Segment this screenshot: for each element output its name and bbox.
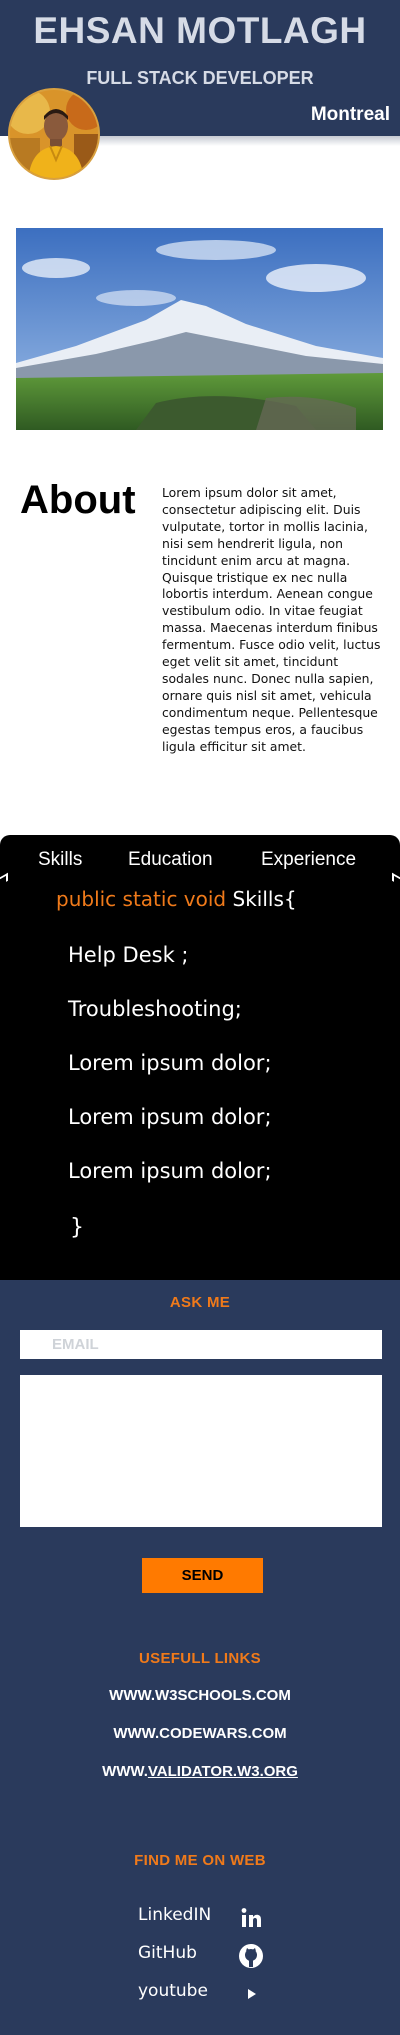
social-github-label: GitHub (138, 1943, 197, 1963)
contact-footer: ASK ME SEND USEFULL LINKS WWW.W3SCHOOLS.… (0, 1280, 400, 2035)
link-validator-prefix: WWW. (102, 1763, 148, 1780)
header-role: FULL STACK DEVELOPER (86, 68, 314, 88)
skill-line: Help Desk ; (68, 943, 189, 967)
social-linkedin-label: LinkedIN (138, 1905, 212, 1925)
tab-education[interactable]: Education (128, 849, 213, 871)
about-title: About (20, 478, 136, 522)
github-icon (238, 1943, 264, 1969)
skill-line: Troubleshooting; (68, 997, 242, 1021)
skills-section: Skills Education Experience public stati… (0, 835, 400, 1280)
message-textarea[interactable] (20, 1375, 382, 1527)
header-shadow (90, 136, 400, 146)
header-city: Montreal (310, 104, 390, 125)
social-youtube-label: youtube (138, 1981, 208, 2001)
hero-image (16, 228, 383, 430)
ask-me-title: ASK ME (169, 1294, 231, 1311)
code-keyword: public static void (56, 887, 227, 911)
code-signature: public static void Skills{ (56, 887, 297, 911)
email-field[interactable] (20, 1330, 382, 1359)
youtube-icon (238, 1981, 264, 2007)
avatar (8, 88, 100, 180)
social-linkedin[interactable]: LinkedIN (138, 1905, 278, 1931)
skills-tabs: Skills Education Experience (0, 849, 400, 879)
social-youtube[interactable]: youtube (138, 1981, 278, 2007)
link-codewars[interactable]: WWW.CODEWARS.COM (0, 1725, 400, 1742)
code-name: Skills{ (232, 887, 297, 911)
link-validator-domain: VALIDATOR.W3.ORG (147, 1763, 298, 1780)
code-closing-brace: } (70, 1215, 84, 1240)
link-validator[interactable]: WWW.VALIDATOR.W3.ORG (0, 1763, 400, 1780)
useful-links-title: USEFULL LINKS (139, 1650, 261, 1667)
header-name: EHSAN MOTLAGH (33, 10, 367, 51)
skill-line: Lorem ipsum dolor; (68, 1051, 272, 1075)
tab-experience[interactable]: Experience (261, 849, 356, 871)
find-me-title: FIND ME ON WEB (134, 1852, 266, 1869)
about-text: Lorem ipsum dolor sit amet, consectetur … (162, 485, 381, 754)
tab-skills[interactable]: Skills (38, 849, 82, 871)
social-github[interactable]: GitHub (138, 1943, 278, 1969)
link-w3schools[interactable]: WWW.W3SCHOOLS.COM (0, 1687, 400, 1704)
skill-line: Lorem ipsum dolor; (68, 1159, 272, 1183)
send-button[interactable]: SEND (142, 1558, 263, 1593)
linkedin-icon (238, 1905, 264, 1931)
skill-line: Lorem ipsum dolor; (68, 1105, 272, 1129)
